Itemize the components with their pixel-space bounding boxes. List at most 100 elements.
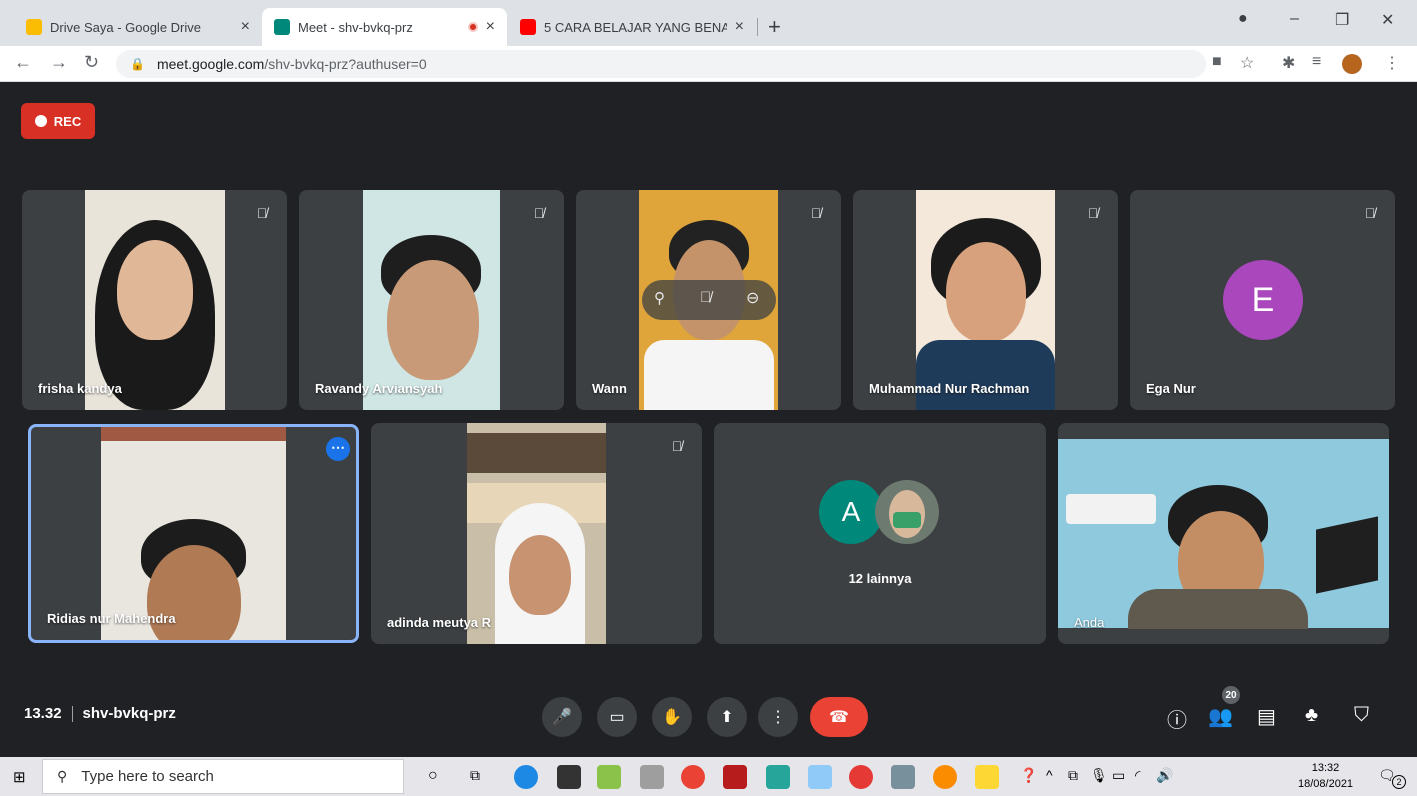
close-window-button[interactable]: ✕ — [1381, 10, 1394, 30]
show-hidden-icons-icon[interactable]: ^ — [1046, 767, 1053, 783]
restore-button[interactable]: ❐ — [1335, 10, 1349, 30]
microphone-button[interactable]: 🎤 — [542, 697, 582, 737]
edge-icon[interactable] — [514, 765, 538, 789]
battery-icon[interactable]: ▭ — [1112, 767, 1125, 784]
lock-icon: 🔒 — [130, 57, 145, 71]
tile-hover-controls: ⚲ 🎙̸ ⊖ — [642, 280, 776, 320]
minimize-button[interactable]: – — [1290, 10, 1299, 28]
chrome-profile-icon[interactable] — [933, 765, 957, 789]
url-path: /shv-bvkq-prz?authuser=0 — [264, 56, 427, 72]
video-camera-icon: ▭ — [609, 709, 625, 726]
others-tile[interactable]: A 12 lainnya — [714, 423, 1046, 644]
mic-off-icon: 🎙̸ — [1087, 205, 1099, 221]
help-icon[interactable]: ❓ — [1020, 767, 1037, 784]
clock-date: 18/08/2021 — [1298, 778, 1354, 790]
participant-name: Ridias nur Mahendra — [47, 611, 176, 626]
more-options-icon[interactable]: ⋯ — [326, 437, 350, 461]
tab-youtube[interactable]: 5 CARA BELAJAR YANG BENAR E × — [508, 8, 756, 46]
raise-hand-button[interactable]: ✋ — [652, 697, 692, 737]
volume-icon[interactable]: 🔊 — [1156, 767, 1173, 784]
remove-icon[interactable]: ⊖ — [746, 288, 759, 308]
participant-video — [101, 427, 286, 640]
participant-name: Ravandy Arviansyah — [315, 381, 443, 396]
meeting-code: shv-bvkq-prz — [82, 705, 176, 722]
bookmark-star-icon[interactable]: ☆ — [1240, 53, 1254, 73]
participant-count-badge: 20 — [1222, 686, 1240, 704]
forward-icon[interactable]: → — [50, 52, 68, 73]
search-placeholder: Type here to search — [81, 768, 214, 785]
hand-icon: ✋ — [662, 709, 682, 726]
browser-tab-strip: Drive Saya - Google Drive × Meet - shv-b… — [0, 0, 1417, 46]
activities-icon[interactable]: ♣ — [1305, 704, 1318, 727]
taskbar-search-box[interactable]: ⚲ Type here to search — [42, 759, 404, 794]
whatsapp-icon[interactable] — [766, 765, 790, 789]
participant-name: Ega Nur — [1146, 381, 1196, 396]
host-controls-icon[interactable]: ⛉ — [1354, 704, 1369, 727]
recording-badge: REC — [21, 103, 95, 139]
people-icon[interactable]: 👥 — [1208, 704, 1233, 729]
participant-tile-pinned[interactable]: ⋯ Ridias nur Mahendra — [28, 424, 359, 643]
back-icon[interactable]: ← — [14, 52, 32, 73]
close-tab-icon[interactable]: × — [735, 18, 744, 36]
participant-tile[interactable]: 🎙̸ frisha kandya — [22, 190, 287, 410]
opera-icon[interactable] — [849, 765, 873, 789]
participant-tile[interactable]: E 🎙̸ Ega Nur — [1130, 190, 1395, 410]
leave-call-button[interactable]: ☎ — [810, 697, 868, 737]
participant-avatar: E — [1223, 260, 1303, 340]
close-tab-icon[interactable]: × — [486, 18, 495, 36]
mic-off-icon[interactable]: 🎙̸ — [700, 289, 711, 306]
word-icon[interactable] — [640, 765, 664, 789]
google-meet-icon — [274, 19, 290, 35]
recording-label: REC — [53, 113, 82, 129]
app-icon[interactable] — [597, 765, 621, 789]
hang-up-icon: ☎ — [829, 709, 849, 726]
windows-start-icon[interactable]: ⊞ — [13, 768, 26, 786]
participant-tile[interactable]: 🎙̸ adinda meutya R — [371, 423, 702, 644]
menu-more-icon[interactable]: ⋮ — [1384, 53, 1400, 73]
search-icon: ⚲ — [57, 768, 68, 784]
participant-video — [916, 190, 1055, 410]
tab-title: Meet - shv-bvkq-prz — [298, 19, 413, 35]
pin-icon[interactable]: ⚲ — [654, 289, 665, 307]
app-icon[interactable] — [808, 765, 832, 789]
tab-google-drive[interactable]: Drive Saya - Google Drive × — [14, 8, 262, 46]
reload-icon[interactable]: ↻ — [84, 52, 99, 73]
meeting-controls-bar: 13.32 shv-bvkq-prz 🎤 ▭ ✋ ⬆ ⋮ ☎ ⓘ 20 👥 ▤ ♣… — [0, 674, 1417, 757]
meet-now-icon[interactable]: ⧉ — [1068, 767, 1078, 784]
camera-in-use-icon[interactable]: ■ — [1212, 53, 1222, 71]
extensions-icon[interactable]: ✱ — [1282, 53, 1295, 73]
participant-video — [467, 423, 606, 644]
media-control-icon[interactable]: ≡ — [1312, 53, 1321, 71]
camera-app-icon[interactable] — [891, 765, 915, 789]
present-icon: ⬆ — [720, 709, 734, 726]
cortana-icon[interactable]: ○ — [428, 767, 438, 785]
participant-tile[interactable]: 🎙̸ Muhammad Nur Rachman — [853, 190, 1118, 410]
tab-search-icon[interactable]: ● — [1238, 10, 1248, 28]
chat-icon[interactable]: ▤ — [1257, 704, 1276, 729]
new-tab-button[interactable]: + — [768, 14, 781, 40]
camera-button[interactable]: ▭ — [597, 697, 637, 737]
meeting-details-icon[interactable]: ⓘ — [1167, 704, 1187, 733]
file-explorer-icon[interactable] — [975, 765, 999, 789]
wifi-icon[interactable]: ◜ — [1135, 767, 1140, 784]
taskbar-clock[interactable]: 13:32 18/08/2021 — [1298, 760, 1353, 792]
store-icon[interactable] — [557, 765, 581, 789]
mic-off-icon: 🎙̸ — [1364, 205, 1376, 221]
meeting-time: 13.32 — [24, 705, 62, 722]
more-options-button[interactable]: ⋮ — [758, 697, 798, 737]
recording-indicator-icon — [467, 22, 478, 32]
self-tile[interactable]: Anda — [1058, 423, 1389, 644]
participant-tile[interactable]: 🎙̸ Ravandy Arviansyah — [299, 190, 564, 410]
present-screen-button[interactable]: ⬆ — [707, 697, 747, 737]
browser-toolbar: ← → ↻ 🔒 meet.google.com/shv-bvkq-prz?aut… — [0, 46, 1417, 82]
participant-tile[interactable]: ⚲ 🎙̸ ⊖ 🎙̸ Wann — [576, 190, 841, 410]
mic-off-icon: 🎙̸ — [810, 205, 822, 221]
chrome-icon[interactable] — [681, 765, 705, 789]
profile-avatar[interactable] — [1342, 54, 1362, 74]
task-view-icon[interactable]: ⧉ — [470, 767, 480, 784]
address-bar[interactable]: 🔒 meet.google.com/shv-bvkq-prz?authuser=… — [116, 50, 1206, 78]
microphone-tray-icon[interactable]: 🎙 — [1090, 767, 1108, 784]
tab-meet[interactable]: Meet - shv-bvkq-prz × — [262, 8, 507, 46]
netflix-icon[interactable] — [723, 765, 747, 789]
close-tab-icon[interactable]: × — [241, 18, 250, 36]
